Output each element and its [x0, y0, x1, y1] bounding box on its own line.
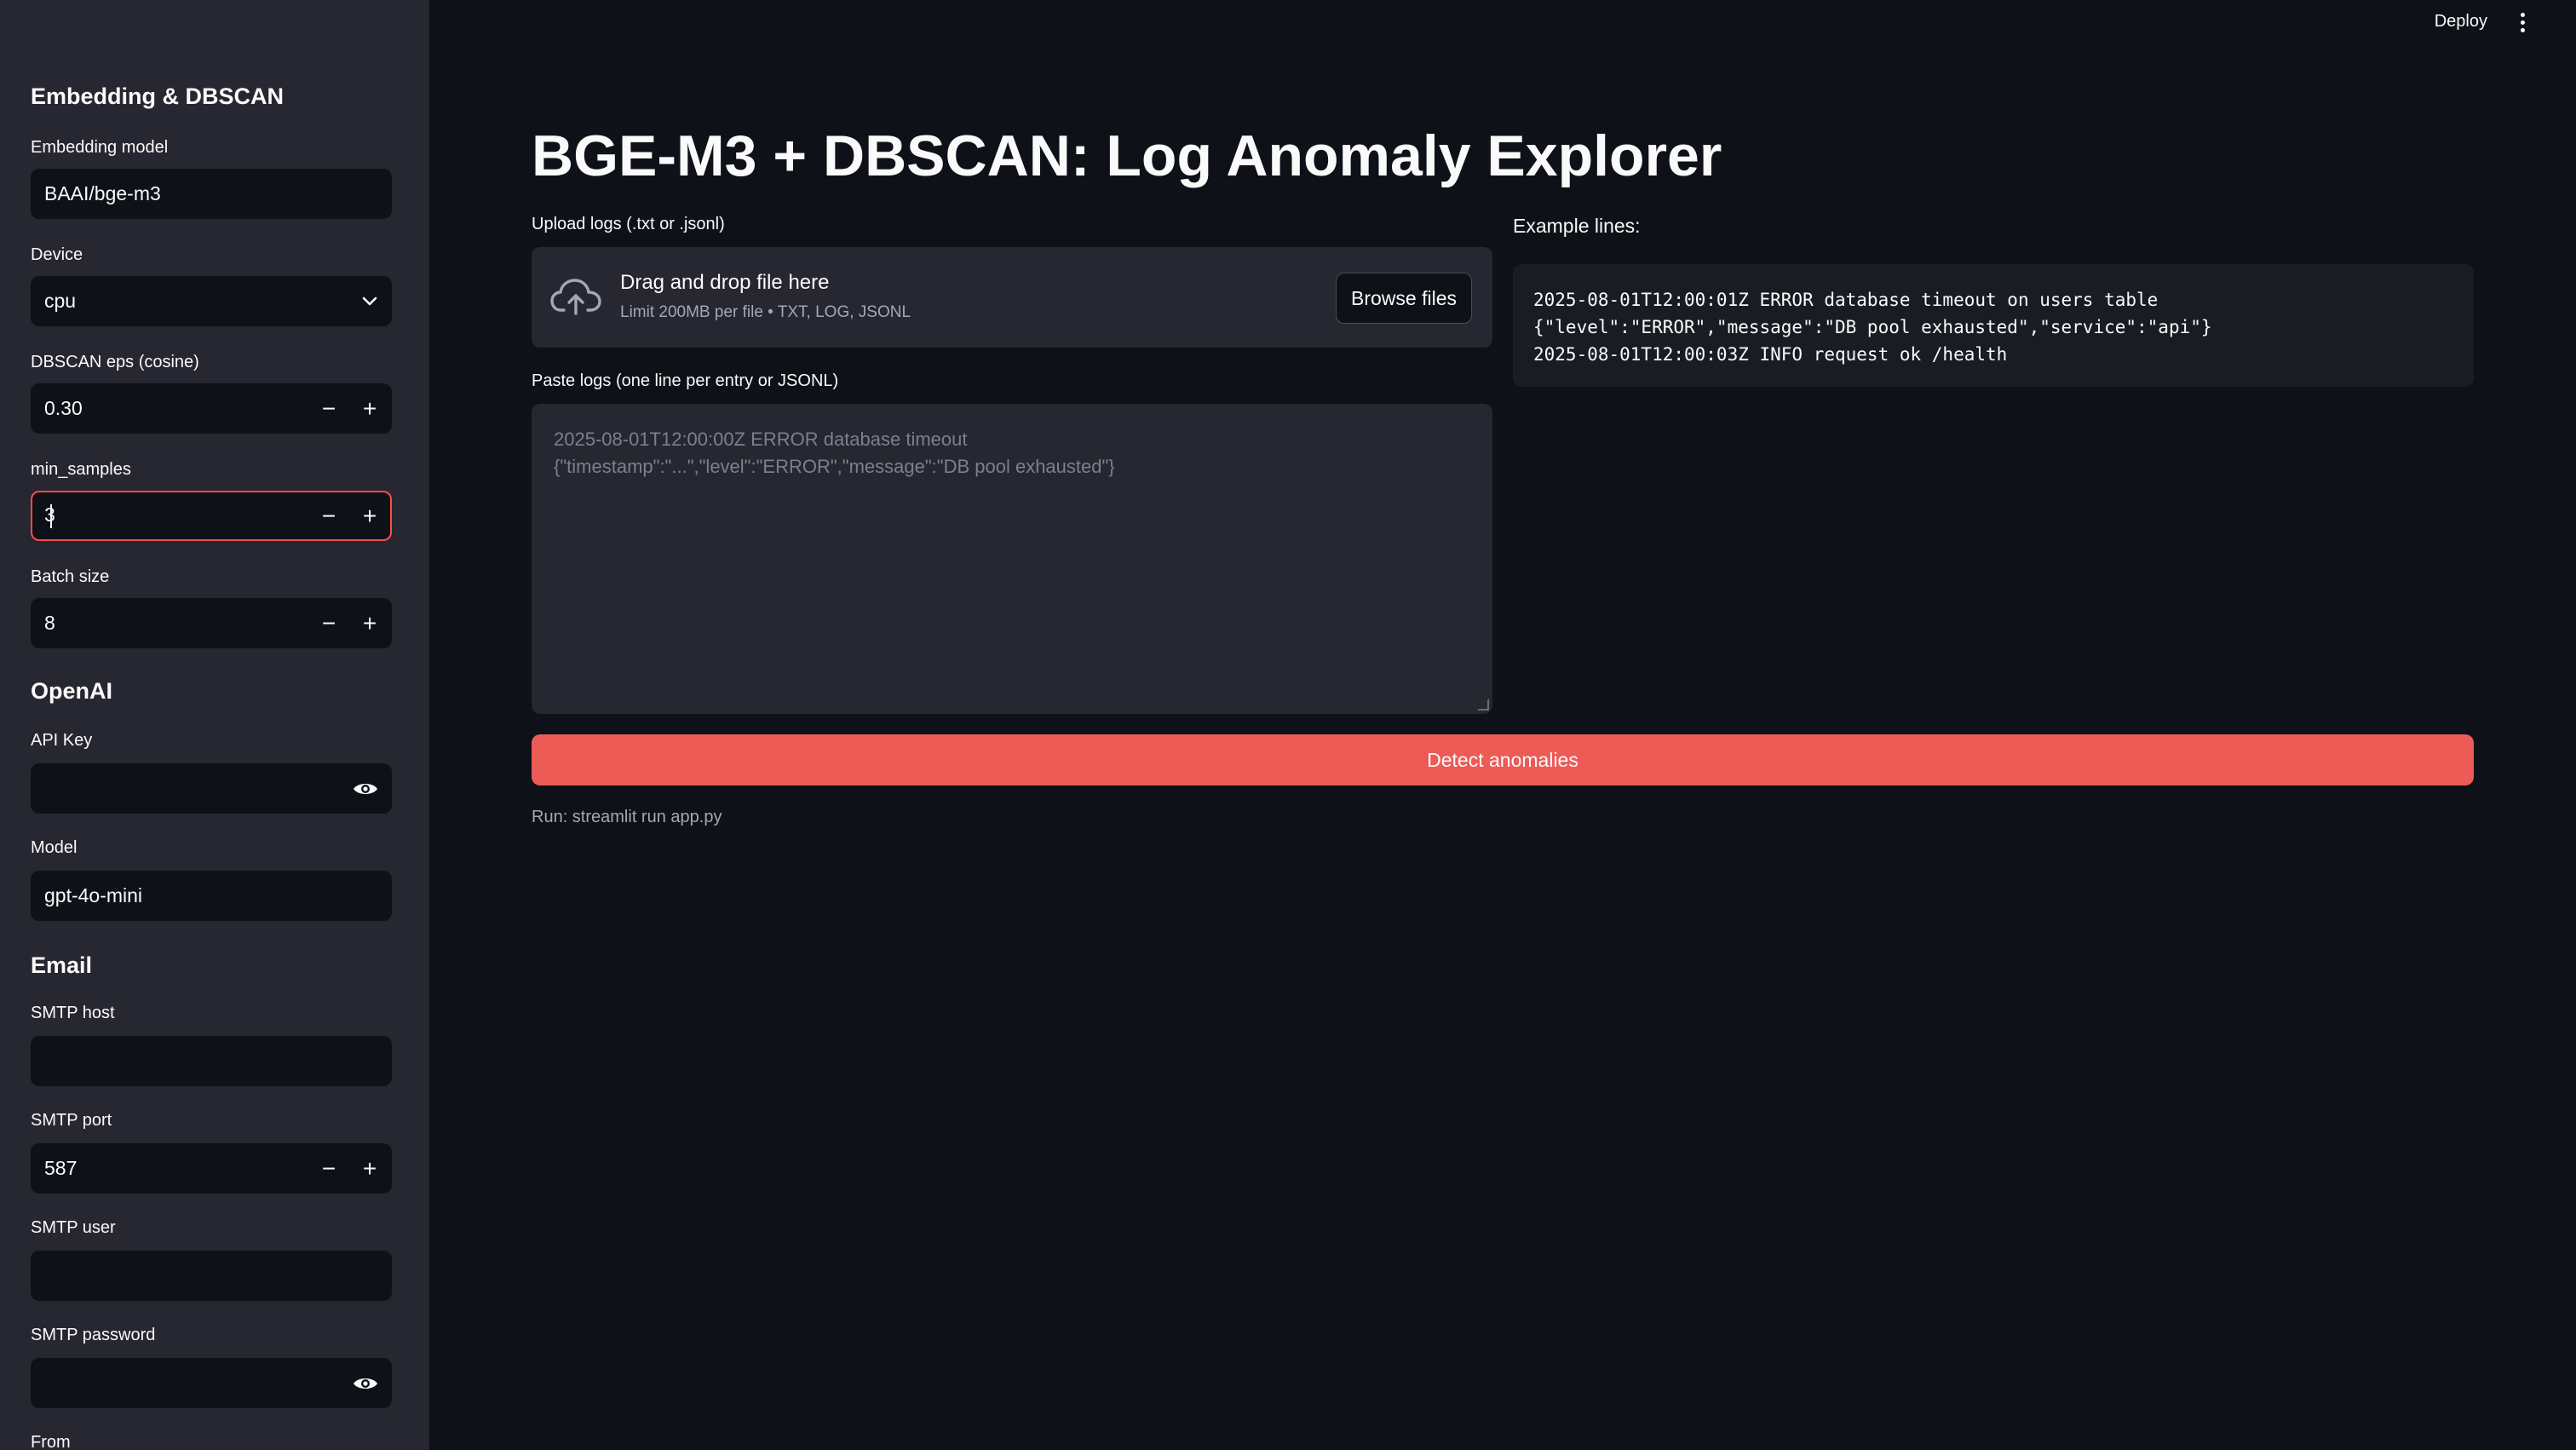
text-cursor: [49, 503, 52, 528]
paste-logs-textarea[interactable]: 2025-08-01T12:00:00Z ERROR database time…: [532, 404, 1492, 714]
kebab-dot: [2520, 27, 2525, 32]
model-input[interactable]: gpt-4o-mini: [31, 871, 392, 921]
model-label: Model: [31, 838, 78, 857]
eps-value: 0.30: [44, 397, 83, 419]
example-code-block: 2025-08-01T12:00:01Z ERROR database time…: [1513, 264, 2474, 387]
batch-size-stepper: − +: [308, 600, 390, 647]
min-samples-increment-button[interactable]: +: [349, 492, 390, 539]
eps-number-input[interactable]: 0.30 − +: [31, 383, 392, 434]
chevron-down-icon: [349, 296, 390, 308]
embedding-model-value: BAAI/bge-m3: [44, 182, 161, 204]
page-title: BGE-M3 + DBSCAN: Log Anomaly Explorer: [532, 124, 1722, 188]
kebab-menu-icon[interactable]: [2510, 9, 2535, 36]
smtp-user-label: SMTP user: [31, 1218, 116, 1237]
batch-size-label: Batch size: [31, 567, 110, 586]
embedding-model-input[interactable]: BAAI/bge-m3: [31, 169, 392, 219]
smtp-port-stepper: − +: [308, 1145, 390, 1192]
device-select[interactable]: cpu: [31, 276, 392, 326]
batch-size-increment-button[interactable]: +: [349, 600, 390, 647]
from-label: From: [31, 1433, 71, 1450]
eps-stepper: − +: [308, 385, 390, 432]
upload-label: Upload logs (.txt or .jsonl): [532, 215, 725, 233]
smtp-port-increment-button[interactable]: +: [349, 1145, 390, 1192]
paste-logs-placeholder: 2025-08-01T12:00:00Z ERROR database time…: [554, 429, 1115, 477]
section-openai-title: OpenAI: [31, 678, 113, 704]
show-password-eye-icon[interactable]: [341, 780, 390, 797]
paste-logs-label: Paste logs (one line per entry or JSONL): [532, 371, 839, 390]
device-label: Device: [31, 245, 83, 264]
app-root: Embedding & DBSCAN Embedding model BAAI/…: [0, 0, 2576, 1450]
sidebar: Embedding & DBSCAN Embedding model BAAI/…: [0, 0, 429, 1450]
min-samples-number-input[interactable]: 3 − +: [31, 491, 392, 541]
smtp-port-decrement-button[interactable]: −: [308, 1145, 349, 1192]
batch-size-value: 8: [44, 612, 55, 634]
browse-files-button[interactable]: Browse files: [1336, 273, 1472, 324]
smtp-password-label: SMTP password: [31, 1326, 156, 1344]
run-command-hint: Run: streamlit run app.py: [532, 808, 722, 826]
eps-decrement-button[interactable]: −: [308, 385, 349, 432]
smtp-host-input[interactable]: [31, 1036, 392, 1086]
api-key-label: API Key: [31, 731, 93, 750]
smtp-host-label: SMTP host: [31, 1004, 115, 1022]
batch-size-decrement-button[interactable]: −: [308, 600, 349, 647]
section-email-title: Email: [31, 952, 93, 978]
dropzone-title: Drag and drop file here: [620, 271, 830, 294]
section-embedding-title: Embedding & DBSCAN: [31, 83, 284, 109]
detect-anomalies-button[interactable]: Detect anomalies: [532, 734, 2474, 785]
kebab-dot: [2520, 20, 2525, 25]
smtp-user-input[interactable]: [31, 1251, 392, 1301]
smtp-port-value: 587: [44, 1157, 78, 1179]
model-value: gpt-4o-mini: [44, 884, 143, 906]
batch-size-number-input[interactable]: 8 − +: [31, 598, 392, 648]
example-lines-label: Example lines:: [1513, 215, 1641, 237]
min-samples-decrement-button[interactable]: −: [308, 492, 349, 539]
show-password-eye-icon[interactable]: [341, 1375, 390, 1392]
smtp-password-input[interactable]: [31, 1358, 392, 1408]
eps-increment-button[interactable]: +: [349, 385, 390, 432]
embedding-model-label: Embedding model: [31, 138, 169, 157]
file-dropzone[interactable]: Drag and drop file here Limit 200MB per …: [532, 247, 1492, 348]
resize-handle[interactable]: [1477, 699, 1489, 711]
deploy-button[interactable]: Deploy: [2428, 9, 2494, 35]
dropzone-limit-text: Limit 200MB per file • TXT, LOG, JSONL: [620, 303, 911, 321]
device-value: cpu: [44, 290, 77, 312]
eps-label: DBSCAN eps (cosine): [31, 353, 199, 371]
min-samples-label: min_samples: [31, 460, 131, 479]
api-key-input[interactable]: [31, 763, 392, 814]
smtp-port-label: SMTP port: [31, 1111, 112, 1130]
min-samples-value: 3: [44, 503, 308, 528]
min-samples-stepper: − +: [308, 492, 390, 539]
smtp-port-number-input[interactable]: 587 − +: [31, 1143, 392, 1194]
cloud-upload-icon: [550, 276, 601, 319]
kebab-dot: [2520, 12, 2525, 17]
